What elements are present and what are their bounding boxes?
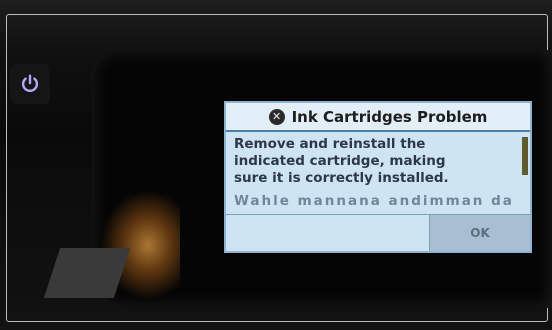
dialog-title: Ink Cartridges Problem	[291, 107, 488, 126]
dialog-footer: OK	[226, 214, 530, 251]
ok-button[interactable]: OK	[429, 215, 530, 251]
dialog-message: Remove and reinstall the indicated cartr…	[234, 136, 516, 208]
message-line-1: Remove and reinstall the	[234, 136, 426, 152]
error-dialog: ✕ Ink Cartridges Problem Remove and rein…	[224, 101, 532, 253]
ok-button-label: OK	[470, 226, 490, 240]
message-line-2: indicated cartridge, making	[234, 153, 446, 169]
power-icon	[21, 74, 39, 93]
dialog-title-bar: ✕ Ink Cartridges Problem	[226, 103, 530, 132]
error-x-icon: ✕	[268, 108, 285, 125]
message-line-partial: Wahle mannana andimman da	[234, 193, 514, 208]
dialog-scrollbar[interactable]	[522, 137, 528, 175]
message-line-3: sure it is correctly installed.	[234, 170, 449, 186]
power-button[interactable]	[10, 64, 50, 104]
printer-panel: ✕ Ink Cartridges Problem Remove and rein…	[0, 0, 552, 330]
